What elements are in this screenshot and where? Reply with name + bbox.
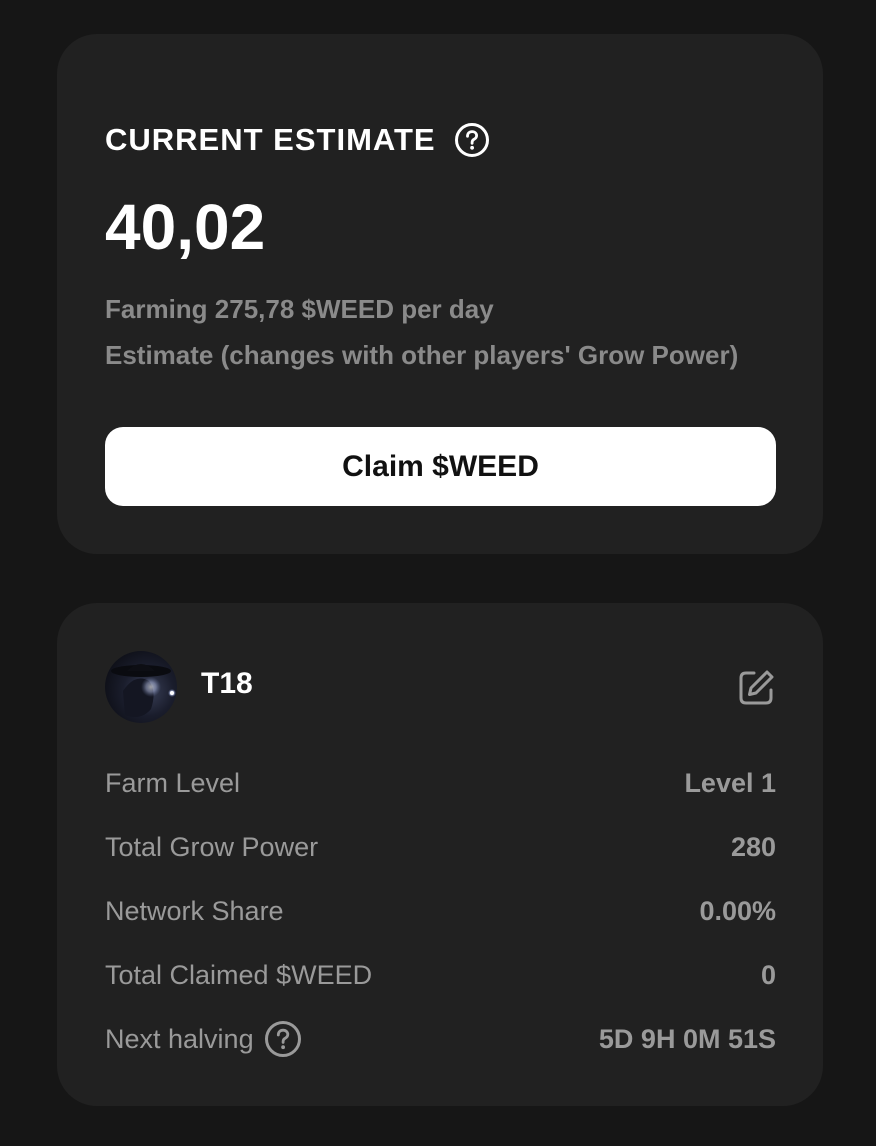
stat-row-network-share: Network Share 0.00% bbox=[105, 891, 776, 931]
stat-value: 5D 9H 0M 51S bbox=[598, 1023, 776, 1054]
edit-icon[interactable] bbox=[737, 667, 777, 707]
stat-value: 0 bbox=[760, 959, 776, 990]
question-circle-icon[interactable] bbox=[454, 122, 490, 158]
stat-label: Total Claimed $WEED bbox=[105, 959, 373, 990]
stat-row-total-claimed: Total Claimed $WEED 0 bbox=[105, 955, 776, 995]
profile-card: T18 Farm Level Level 1 Total Grow Power … bbox=[57, 603, 823, 1106]
stat-value: 280 bbox=[730, 831, 776, 862]
stat-label: Network Share bbox=[105, 895, 284, 926]
estimate-note-text: Estimate (changes with other players' Gr… bbox=[105, 340, 739, 370]
claim-button[interactable]: Claim $WEED bbox=[105, 427, 776, 506]
stat-label-next-halving: Next halving bbox=[105, 1020, 302, 1058]
estimate-header: CURRENT ESTIMATE bbox=[105, 120, 490, 160]
avatar bbox=[105, 651, 177, 723]
stat-row-farm-level: Farm Level Level 1 bbox=[105, 763, 776, 803]
stat-row-grow-power: Total Grow Power 280 bbox=[105, 827, 776, 867]
stat-value: Level 1 bbox=[684, 767, 776, 798]
question-circle-icon[interactable] bbox=[264, 1020, 302, 1058]
stat-value: 0.00% bbox=[699, 895, 776, 926]
username: T18 bbox=[201, 667, 253, 700]
estimate-value: 40,02 bbox=[105, 191, 266, 263]
estimate-description: Farming 275,78 $WEED per day Estimate (c… bbox=[105, 286, 785, 378]
stat-label: Farm Level bbox=[105, 767, 241, 798]
farming-rate-text: Farming 275,78 $WEED per day bbox=[105, 294, 494, 324]
estimate-card: CURRENT ESTIMATE 40,02 Farming 275,78 $W… bbox=[57, 34, 823, 554]
stat-label: Next halving bbox=[105, 1023, 254, 1054]
stat-label: Total Grow Power bbox=[105, 831, 319, 862]
estimate-title: CURRENT ESTIMATE bbox=[105, 122, 436, 157]
stat-row-next-halving: Next halving 5D 9H 0M 51S bbox=[105, 1019, 776, 1059]
